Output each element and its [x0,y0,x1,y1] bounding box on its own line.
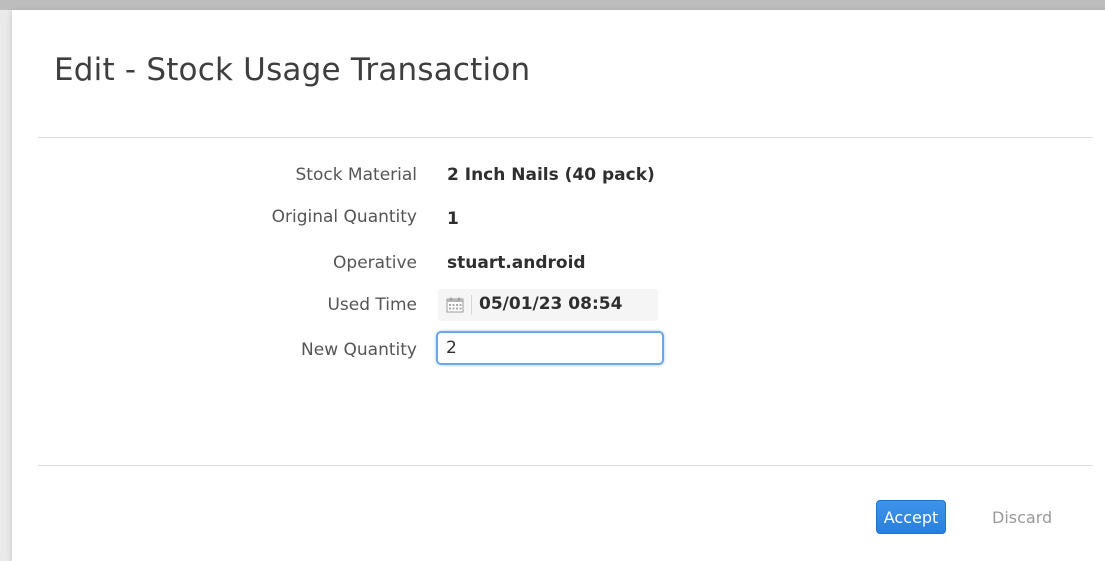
stock-material-value: 2 Inch Nails (40 pack) [447,165,655,185]
used-time-value[interactable]: 05/01/23 08:54 [479,294,622,314]
operative-label: Operative [333,253,417,273]
calendar-icon[interactable] [446,297,464,313]
stock-material-label: Stock Material [295,165,417,185]
used-time-field[interactable]: 05/01/23 08:54 [438,289,658,321]
new-quantity-input[interactable] [436,331,664,365]
discard-button[interactable]: Discard [992,500,1072,534]
original-quantity-label: Original Quantity [271,207,417,227]
dialog-title: Edit - Stock Usage Transaction [54,52,531,88]
date-field-separator [471,295,472,315]
background-header-strip [0,0,1105,10]
accept-button[interactable]: Accept [876,500,946,534]
new-quantity-label: New Quantity [301,340,417,360]
footer-divider [38,465,1093,466]
operative-value: stuart.android [447,253,586,273]
original-quantity-value: 1 [447,209,459,229]
edit-stock-usage-dialog: Edit - Stock Usage Transaction Stock Mat… [12,10,1105,561]
used-time-label: Used Time [327,295,417,315]
header-divider [38,137,1093,138]
